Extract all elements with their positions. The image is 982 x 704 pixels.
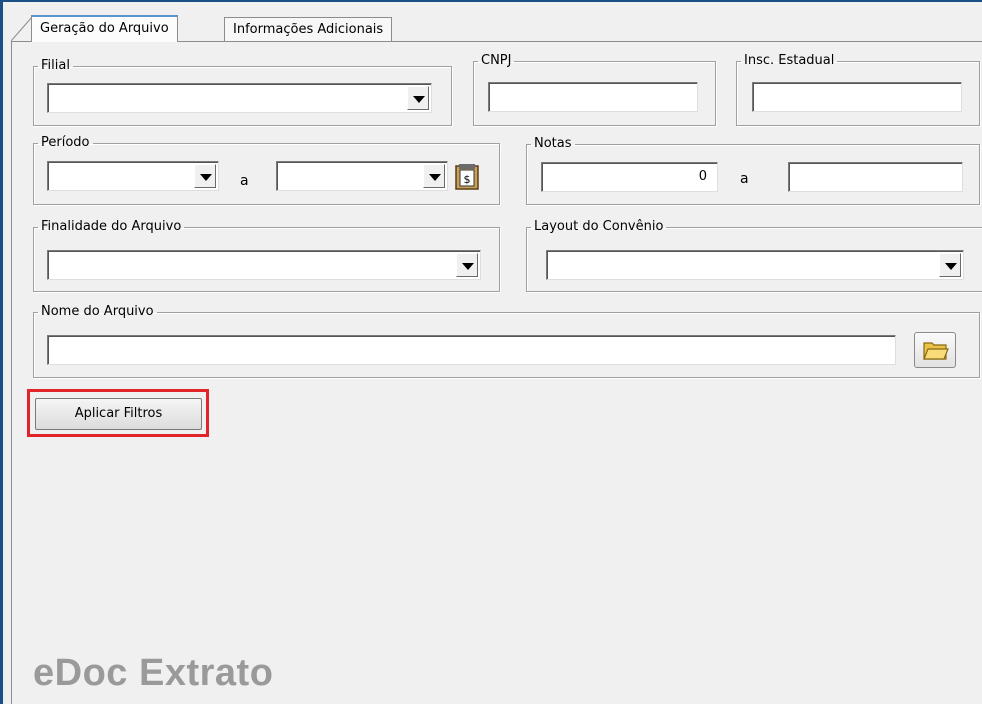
chevron-down-icon[interactable] (423, 164, 445, 188)
notas-from-field[interactable]: 0 (541, 162, 718, 192)
filial-combo[interactable] (47, 83, 432, 113)
cnpj-label: CNPJ (481, 53, 512, 68)
tab-label: Informações Adicionais (233, 22, 384, 37)
filial-label: Filial (41, 58, 70, 73)
edoc-extrato-watermark: eDoc Extrato (33, 652, 274, 694)
tab-geracao-do-arquivo[interactable]: Geração do Arquivo (31, 15, 178, 42)
notas-from-value: 0 (698, 169, 707, 184)
insc-estadual-label: Insc. Estadual (744, 53, 835, 68)
chevron-down-icon[interactable] (407, 86, 429, 110)
periodo-label: Período (41, 135, 90, 150)
svg-text:$: $ (464, 173, 471, 186)
tab-slant-decoration (11, 16, 33, 42)
chevron-down-icon[interactable] (939, 253, 961, 277)
browse-folder-button[interactable] (914, 332, 956, 368)
layout-convenio-combo[interactable] (546, 250, 964, 280)
chevron-down-icon[interactable] (194, 164, 216, 188)
apply-filters-button[interactable]: Aplicar Filtros (35, 398, 202, 430)
folder-open-icon (923, 342, 949, 360)
notas-label: Notas (534, 136, 572, 151)
periodo-from-combo[interactable] (47, 161, 219, 191)
notas-to-field[interactable] (788, 162, 963, 192)
apply-filters-label: Aplicar Filtros (74, 406, 163, 421)
insc-estadual-field[interactable] (752, 82, 962, 112)
chevron-down-icon[interactable] (456, 253, 478, 277)
tab-label: Geração do Arquivo (40, 21, 169, 36)
cnpj-field[interactable] (488, 82, 698, 112)
finalidade-label: Finalidade do Arquivo (41, 219, 182, 234)
tab-informacoes-adicionais[interactable]: Informações Adicionais (224, 17, 393, 42)
nome-arquivo-label: Nome do Arquivo (41, 304, 154, 319)
layout-convenio-label: Layout do Convênio (534, 219, 664, 234)
notas-separator: a (740, 171, 749, 187)
nome-arquivo-field[interactable] (47, 335, 896, 365)
calendar-icon[interactable]: $ (452, 162, 482, 192)
periodo-separator: a (240, 173, 249, 189)
finalidade-combo[interactable] (47, 250, 481, 280)
periodo-to-combo[interactable] (276, 161, 448, 191)
